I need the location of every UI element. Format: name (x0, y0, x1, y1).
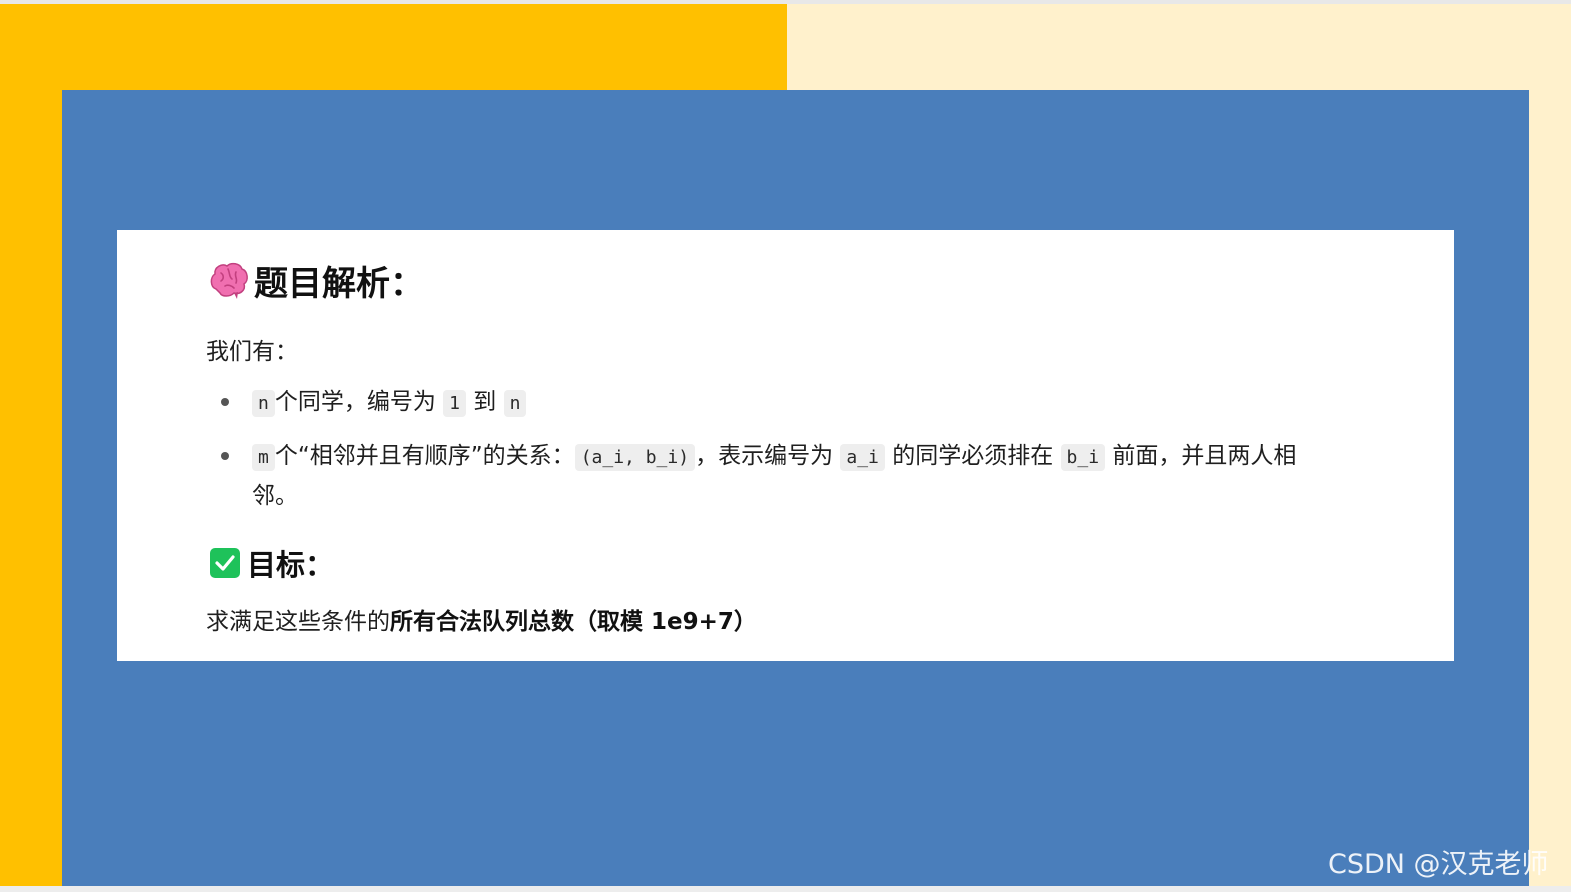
bottom-border (0, 886, 1571, 892)
goal-text: 求满足这些条件的所有合法队列总数（取模 1e9+7） (206, 602, 757, 636)
goal-title: 目标： (247, 548, 335, 582)
inline-code: a_i (840, 444, 885, 471)
goal-bold: 所有合法队列总数（取模 1e9+7） (390, 609, 757, 635)
inline-code: m (252, 444, 275, 471)
brain-icon (208, 259, 250, 301)
list-item: n 个同学，编号为 1 到 n (218, 383, 1328, 423)
goal-prefix: 求满足这些条件的 (206, 609, 390, 635)
list-text: 个同学，编号为 (274, 389, 444, 415)
intro-text: 我们有： (206, 339, 298, 365)
list-text: 的同学必须排在 (884, 443, 1061, 469)
inline-code: 1 (443, 390, 466, 417)
watermark: CSDN @汉克老师 (1328, 849, 1549, 880)
list-item: m 个“相邻并且有顺序”的关系： (a_i, b_i) ，表示编号为 a_i 的同学必… (218, 437, 1328, 515)
inline-code: n (503, 390, 527, 417)
check-mark-button-icon (209, 547, 241, 579)
inline-code: n (252, 390, 275, 417)
inline-code: b_i (1060, 444, 1106, 471)
list-text: 到 (466, 389, 504, 415)
list-text: ，表示编号为 (695, 443, 841, 469)
bullet-dot (221, 452, 229, 460)
section-title: 题目解析： (254, 263, 424, 304)
bullet-list: n 个同学，编号为 1 到 n m 个“相邻并且有顺序”的关系： (a_i, b_i)… (218, 383, 1328, 529)
inline-code: (a_i, b_i) (574, 444, 696, 471)
section-heading-analysis: 题目解析： (208, 256, 424, 304)
goal-heading: 目标： (209, 543, 334, 583)
list-text: 个“相邻并且有顺序”的关系： (274, 443, 575, 469)
bullet-dot (221, 398, 229, 406)
